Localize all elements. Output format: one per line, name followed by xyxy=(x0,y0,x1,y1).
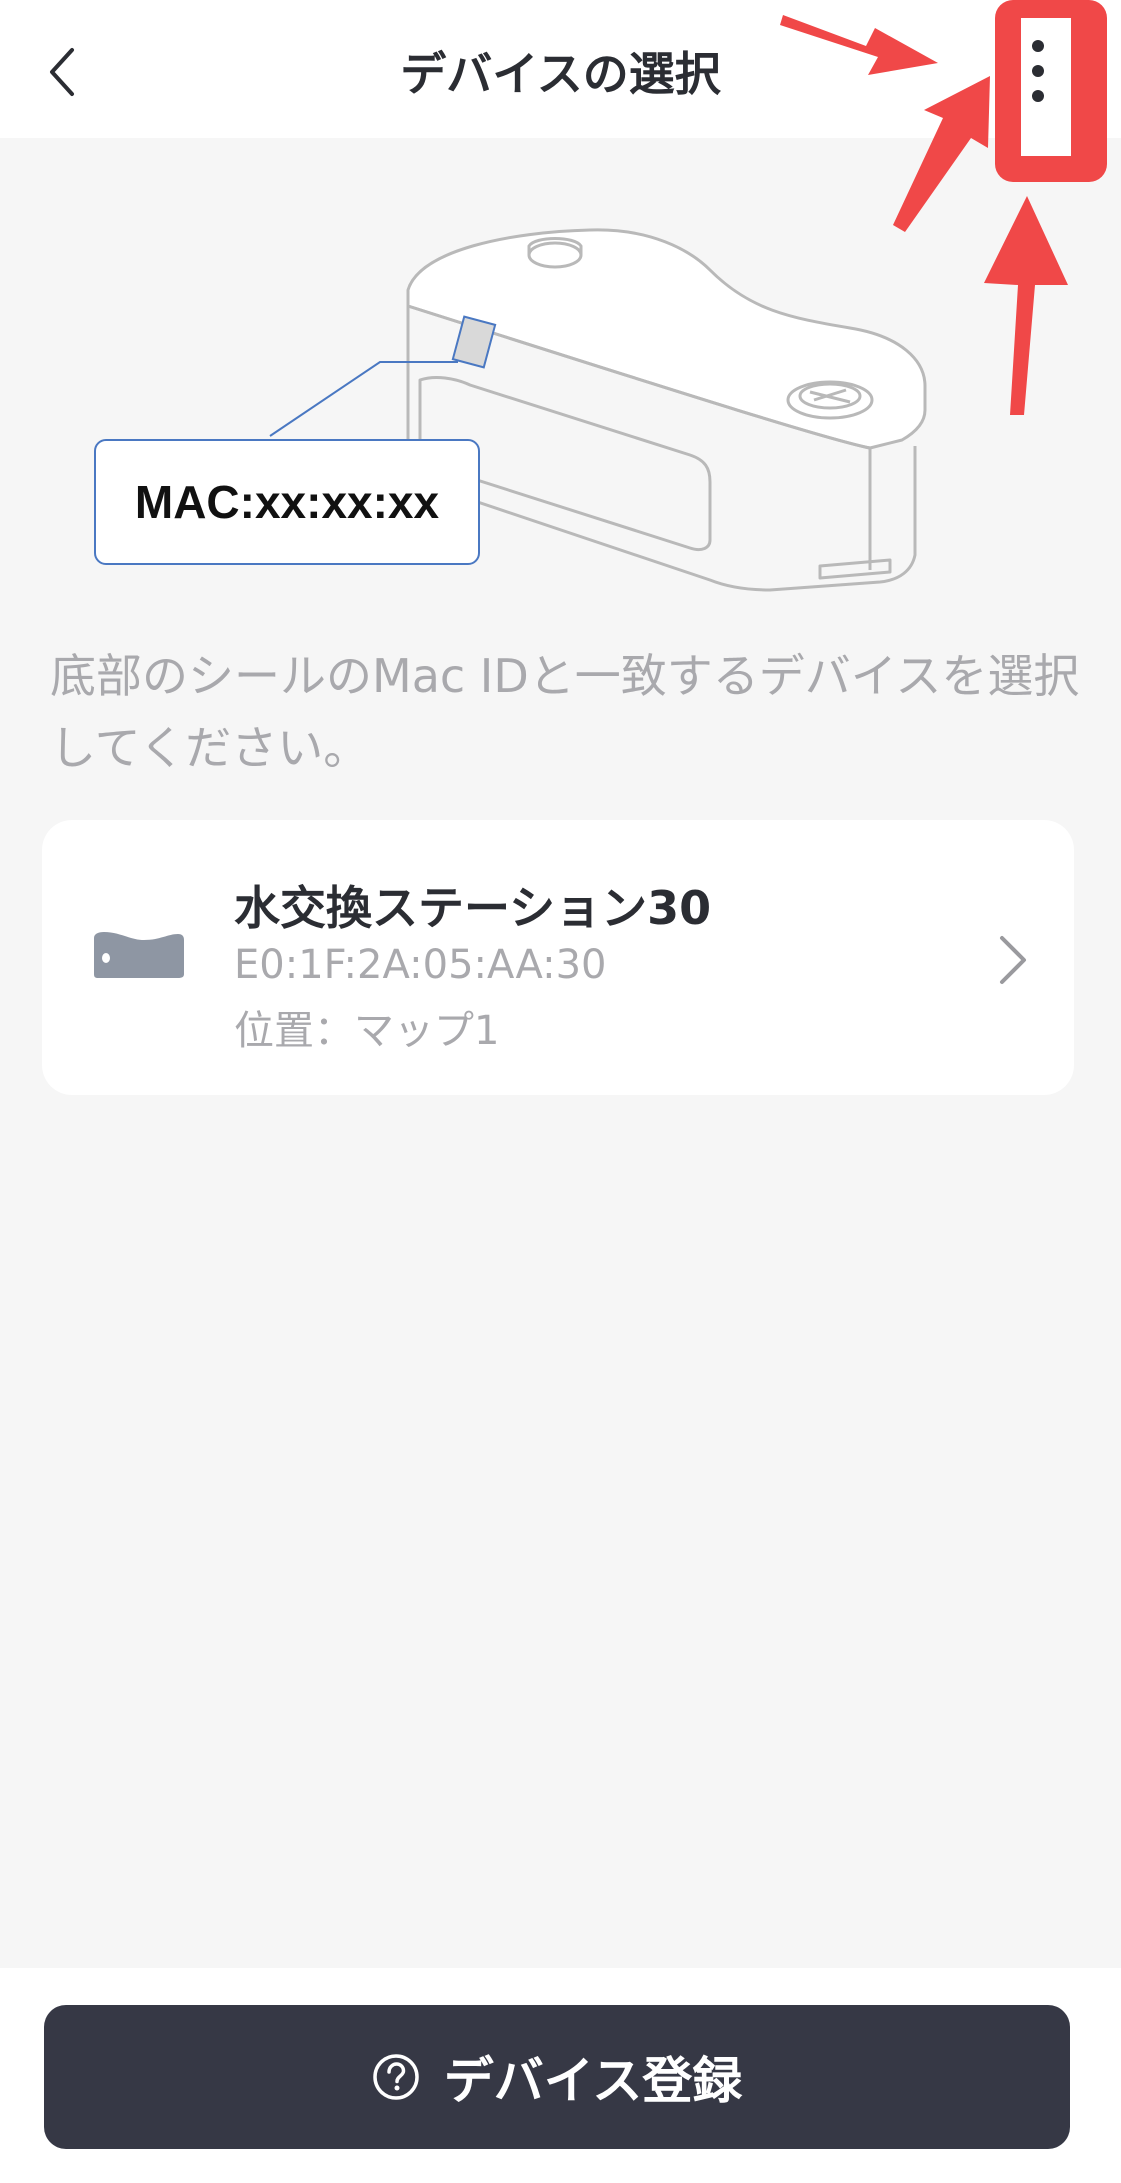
header-bar: デバイスの選択 xyxy=(0,0,1121,138)
help-circle-icon xyxy=(373,2054,419,2100)
register-device-button[interactable]: デバイス登録 xyxy=(44,2005,1070,2149)
page-title: デバイスの選択 xyxy=(400,47,721,101)
register-device-label: デバイス登録 xyxy=(443,2052,743,2110)
device-name: 水交換ステーション30 xyxy=(234,881,712,935)
mac-sticker xyxy=(451,315,497,369)
more-vertical-icon xyxy=(1032,40,1044,102)
mac-callout-label: MAC:xx:xx:xx xyxy=(94,439,480,565)
instruction-text: 底部のシールのMac IDと一致するデバイスを選択してください。 xyxy=(50,649,1080,775)
chevron-right-icon xyxy=(1000,936,1026,984)
footer-bar: デバイス登録 xyxy=(0,1968,1121,2183)
water-station-icon xyxy=(94,932,184,978)
device-mac-address: E0:1F:2A:05:AA:30 xyxy=(234,942,607,988)
device-location: 位置：マップ1 xyxy=(234,1008,500,1054)
more-options-button[interactable] xyxy=(1000,15,1070,155)
annotation-arrow-up xyxy=(984,196,1068,415)
device-list-item[interactable]: 水交換ステーション30 E0:1F:2A:05:AA:30 位置：マップ1 xyxy=(42,820,1074,1095)
